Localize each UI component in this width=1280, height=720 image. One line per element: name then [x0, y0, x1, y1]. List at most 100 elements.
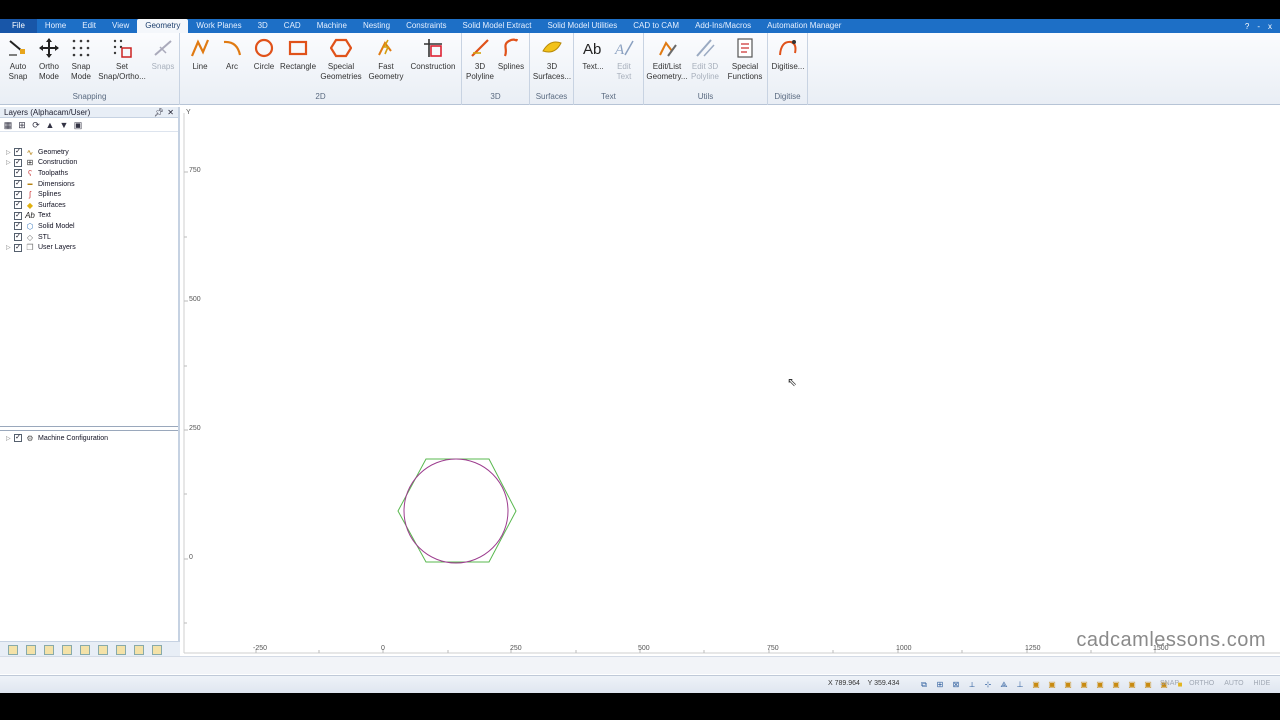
layer-visible-checkbox[interactable]: ✓: [14, 169, 22, 178]
help-icon[interactable]: ?: [1245, 22, 1249, 31]
panel-tool-icon[interactable]: [134, 644, 144, 655]
layer-visible-checkbox[interactable]: ✓: [14, 148, 22, 157]
view-cube-icon[interactable]: ▣: [1094, 679, 1106, 690]
axis-icon[interactable]: ⟁: [998, 679, 1010, 690]
tab-nesting[interactable]: Nesting: [355, 19, 398, 33]
ortho-mode-button[interactable]: Ortho Mode: [36, 37, 62, 82]
construction-button[interactable]: Construction: [408, 37, 458, 72]
view-cube-icon[interactable]: ▣: [1110, 679, 1122, 690]
layer-visible-checkbox[interactable]: ✓: [14, 222, 22, 231]
layer-visible-checkbox[interactable]: ✓: [14, 211, 22, 220]
horizontal-scrollbar[interactable]: [0, 656, 1280, 674]
layer-visible-checkbox[interactable]: ✓: [14, 158, 22, 167]
panel-tool-icon[interactable]: [152, 644, 162, 655]
circle-geometry[interactable]: [403, 458, 509, 564]
move-down-icon[interactable]: ▼: [59, 120, 69, 130]
view-cube-icon[interactable]: ▣: [1062, 679, 1074, 690]
view-icon[interactable]: ⊠: [950, 679, 962, 690]
edit-list-geometry-button[interactable]: Edit/List Geometry...: [646, 37, 688, 82]
view-cube-icon[interactable]: ▣: [1078, 679, 1090, 690]
panel-tool-icon[interactable]: [116, 644, 126, 655]
axis-icon[interactable]: ⊹: [982, 679, 994, 690]
layer-item-dimensions[interactable]: ✓ ━ Dimensions: [0, 179, 178, 190]
auto-mode-indicator[interactable]: AUTO: [1224, 680, 1243, 687]
tab-file[interactable]: File: [0, 19, 37, 33]
snap-mode-button[interactable]: Snap Mode: [68, 37, 94, 82]
rectangle-button[interactable]: Rectangle: [280, 37, 316, 72]
layer-refresh-icon[interactable]: ⟳: [31, 120, 41, 130]
text-button[interactable]: Ab Text...: [578, 37, 608, 72]
tab-home[interactable]: Home: [37, 19, 74, 33]
expand-icon[interactable]: ▷: [6, 244, 14, 251]
layer-add-icon[interactable]: ⊞: [17, 120, 27, 130]
line-button[interactable]: Line: [186, 37, 214, 72]
snaps-button[interactable]: Snaps: [150, 37, 176, 72]
digitise-button[interactable]: Digitise...: [770, 37, 806, 72]
layer-visible-checkbox[interactable]: ✓: [14, 233, 22, 242]
tab-cad-to-cam[interactable]: CAD to CAM: [625, 19, 687, 33]
layer-item-surfaces[interactable]: ✓ ◆ Surfaces: [0, 200, 178, 211]
view-cube-icon[interactable]: ▣: [1126, 679, 1138, 690]
drawing-canvas[interactable]: Y 750 500 250 0 -250 0 250 500 750 1000 …: [183, 107, 1280, 656]
fast-geometry-button[interactable]: Fast Geometry: [368, 37, 404, 82]
pin-icon[interactable]: 📌︎: [154, 107, 164, 118]
tab-machine[interactable]: Machine: [309, 19, 355, 33]
layer-item-toolpaths[interactable]: ✓ ʕ Toolpaths: [0, 168, 178, 179]
layer-item-solid-model[interactable]: ✓ ⬡ Solid Model: [0, 221, 178, 232]
panel-tool-icon[interactable]: [44, 644, 54, 655]
tab-automation-manager[interactable]: Automation Manager: [759, 19, 849, 33]
3d-polyline-button[interactable]: 3D Polyline: [464, 37, 496, 82]
tab-geometry[interactable]: Geometry: [137, 19, 189, 33]
tab-cad[interactable]: CAD: [276, 19, 309, 33]
tab-solid-model-utilities[interactable]: Solid Model Utilities: [539, 19, 625, 33]
splines-button[interactable]: Splines: [496, 37, 526, 72]
set-snap-ortho-button[interactable]: Set Snap/Ortho...: [96, 37, 148, 82]
arc-button[interactable]: Arc: [218, 37, 246, 72]
panel-tool-icon[interactable]: [62, 644, 72, 655]
panel-tool-icon[interactable]: [98, 644, 108, 655]
layer-item-geometry[interactable]: ▷ ✓ ∿ Geometry: [0, 147, 178, 158]
view-icon[interactable]: ⧉: [918, 679, 930, 690]
axis-icon[interactable]: ⟂: [966, 679, 978, 690]
special-functions-button[interactable]: Special Functions: [724, 37, 766, 82]
view-icon[interactable]: ⊞: [934, 679, 946, 690]
hide-mode-indicator[interactable]: HIDE: [1254, 680, 1271, 687]
tab-add-ins-macros[interactable]: Add-Ins/Macros: [687, 19, 759, 33]
machine-configuration-item[interactable]: ▷ ✓ ⚙ Machine Configuration: [0, 433, 178, 444]
move-up-icon[interactable]: ▲: [45, 120, 55, 130]
panel-tool-icon[interactable]: [80, 644, 90, 655]
layer-item-construction[interactable]: ▷ ✓ ⊞ Construction: [0, 158, 178, 169]
ortho-mode-indicator[interactable]: ORTHO: [1189, 680, 1214, 687]
expand-icon[interactable]: ▷: [6, 149, 14, 156]
hexagon-geometry[interactable]: [397, 458, 517, 563]
layer-item-stl[interactable]: ✓ ◇ STL: [0, 232, 178, 243]
panel-close-icon[interactable]: ✕: [167, 107, 174, 118]
layer-properties-icon[interactable]: ▣: [73, 120, 83, 130]
machine-visible-checkbox[interactable]: ✓: [14, 434, 22, 443]
panel-tool-icon[interactable]: [26, 644, 36, 655]
edit-text-button[interactable]: A Edit Text: [610, 37, 638, 82]
view-cube-icon[interactable]: ▣: [1046, 679, 1058, 690]
close-icon[interactable]: x: [1268, 22, 1272, 31]
expand-icon[interactable]: ▷: [6, 435, 14, 442]
tab-solid-model-extract[interactable]: Solid Model Extract: [455, 19, 540, 33]
auto-snap-button[interactable]: Auto Snap: [6, 37, 30, 82]
tab-view[interactable]: View: [104, 19, 137, 33]
layer-item-splines[interactable]: ✓ ʃ Splines: [0, 189, 178, 200]
tab-work-planes[interactable]: Work Planes: [188, 19, 249, 33]
expand-icon[interactable]: ▷: [6, 159, 14, 166]
snap-mode-indicator[interactable]: SNAP: [1160, 680, 1179, 687]
tab-constraints[interactable]: Constraints: [398, 19, 454, 33]
minimize-ribbon-icon[interactable]: -: [1257, 22, 1260, 31]
layer-item-user-layers[interactable]: ▷ ✓ ❐ User Layers: [0, 242, 178, 253]
layer-visible-checkbox[interactable]: ✓: [14, 201, 22, 210]
3d-surfaces-button[interactable]: 3D Surfaces...: [532, 37, 572, 82]
tab-edit[interactable]: Edit: [74, 19, 104, 33]
layer-visible-checkbox[interactable]: ✓: [14, 180, 22, 189]
circle-button[interactable]: Circle: [250, 37, 278, 72]
tab-3d[interactable]: 3D: [250, 19, 276, 33]
axis-icon[interactable]: ⊥: [1014, 679, 1026, 690]
view-cube-icon[interactable]: ▣: [1030, 679, 1042, 690]
layer-visible-checkbox[interactable]: ✓: [14, 243, 22, 252]
special-geometries-button[interactable]: Special Geometries: [318, 37, 364, 82]
